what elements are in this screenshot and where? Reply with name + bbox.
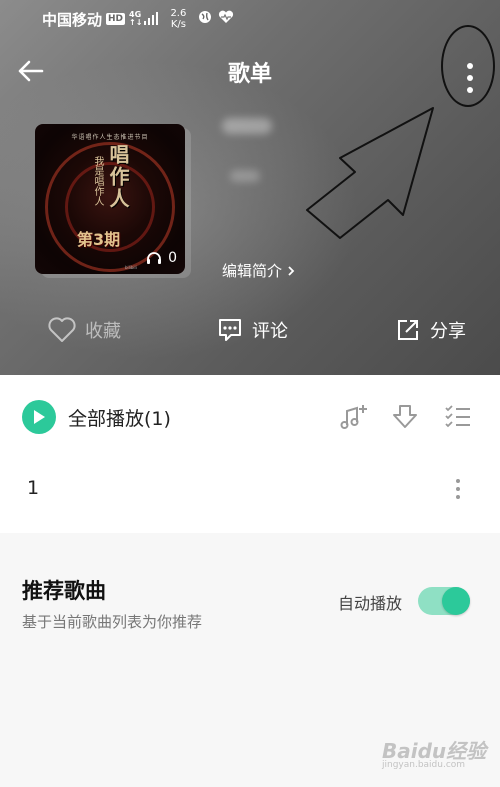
edit-intro-label: 编辑简介 [222,262,283,280]
autoplay-toggle[interactable] [418,587,470,615]
cover-title: 唱作人 [106,144,130,210]
share-label: 分享 [430,321,466,342]
playlist-title-blurred [222,118,272,134]
cover-issue: 第3期 [77,230,121,249]
download-icon [393,405,417,428]
network-type: 4G ↑↓ [129,11,142,27]
signal-icon [144,12,159,25]
track-list-panel: 全部播放(1) 1 [0,375,500,533]
edit-intro-link[interactable]: 编辑简介 [222,260,296,281]
toggle-knob [442,587,470,615]
heart-icon [48,317,76,342]
health-heart-icon [218,10,234,28]
more-dot-icon [456,479,460,483]
chevron-right-icon [288,265,295,276]
share-button[interactable]: 分享 [394,308,466,352]
share-icon [398,320,418,340]
play-all-button[interactable]: 全部播放(1) [22,399,171,435]
add-song-button[interactable] [337,401,369,433]
globe-icon [198,10,212,28]
more-dot-icon [456,487,460,491]
headphones-icon [147,252,162,264]
back-button[interactable] [12,52,50,90]
action-bar: 收藏 评论 分享 [0,308,500,352]
more-dot-icon [467,75,473,81]
speed-unit: K/s [170,19,186,30]
network-activity: ↑↓ [129,18,143,27]
carrier-name: 中国移动 [42,10,103,29]
recommend-description: 基于当前歌曲列表为你推荐 [22,613,203,631]
play-count-value: 0 [168,250,177,266]
page-title: 歌单 [227,62,272,87]
hd-badge: HD [106,13,126,25]
song-index: 1 [27,477,40,499]
cover-subtitle: 我是唱作人 [92,156,103,206]
favorite-button[interactable]: 收藏 [47,308,121,352]
more-dot-icon [467,63,473,69]
comment-button[interactable]: 评论 [216,308,288,352]
song-row[interactable]: 1 [0,467,500,511]
multi-select-button[interactable] [442,401,474,433]
play-icon [22,400,56,434]
music-add-icon [340,405,367,429]
recommend-section: 推荐歌曲 基于当前歌曲列表为你推荐 自动播放 [0,545,500,787]
more-dot-icon [456,495,460,499]
play-all-label: 全部播放(1) [68,407,171,430]
song-more-button[interactable] [448,473,468,505]
playlist-cover[interactable]: 华语唱作人生态推进节目 我是唱作人 唱作人 第3期 bilibili 0 [35,124,185,274]
comment-label: 评论 [252,321,288,342]
checklist-icon [445,405,470,428]
autoplay-label: 自动播放 [338,594,403,613]
download-button[interactable] [389,401,421,433]
network-speed: 2.6 K/s [170,8,186,30]
recommend-title: 推荐歌曲 [22,579,106,603]
back-arrow-icon [18,60,44,82]
playlist-owner-blurred [230,170,260,182]
speed-value: 2.6 [170,8,187,19]
comment-icon [219,319,241,341]
favorite-label: 收藏 [85,321,121,342]
more-options-button[interactable] [445,52,495,104]
top-bar: 歌单 [0,44,500,96]
play-count: 0 [146,250,177,266]
cover-footer: bilibili [125,265,137,270]
more-dot-icon [467,87,473,93]
status-bar: 中国移动 HD 4G ↑↓ 2.6 K/s [0,0,500,38]
cover-tagline: 华语唱作人生态推进节目 [71,134,149,141]
